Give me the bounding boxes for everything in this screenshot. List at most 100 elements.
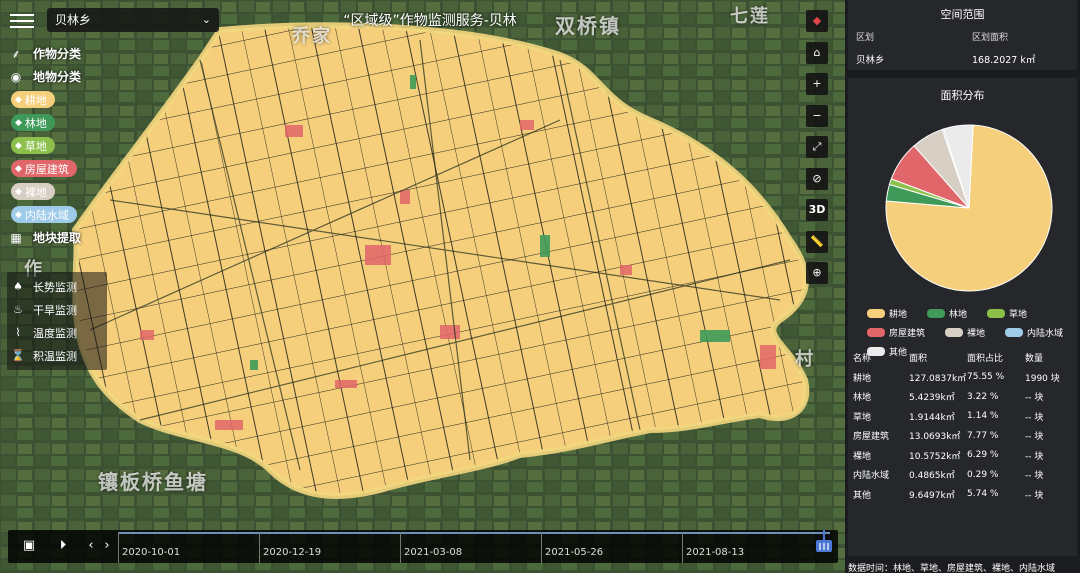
table-cell-pct: 3.22 %	[967, 391, 999, 402]
layer-item[interactable]: ◆ 草地	[7, 134, 81, 157]
region-value: 贝林乡	[856, 55, 885, 66]
land-class-list: ◆ 耕地 ◆ 林地 ◆ 草地 ◆ 房屋建筑 ◆ 裸地 ◆ 内陆水域	[7, 88, 81, 226]
layer-heading: 地块提取	[33, 231, 82, 245]
table-row: 草地 1.9144k㎡ 1.14 % -- 块	[853, 407, 1075, 427]
timeline-date-label[interactable]: 2021-03-08	[404, 547, 462, 558]
layer-chip[interactable]: ◆ 林地	[11, 114, 55, 131]
table-cell-area: 9.6497k㎡	[909, 490, 955, 501]
layer-item[interactable]: ◆ 内陆水域	[7, 203, 81, 226]
legend-label: 耕地	[889, 310, 908, 320]
home-icon[interactable]: ⌂	[806, 41, 828, 64]
region-select-value: 贝林乡	[55, 13, 92, 27]
menu-icon[interactable]	[10, 10, 34, 30]
table-row: 林地 5.4239k㎡ 3.22 % -- 块	[853, 387, 1075, 407]
table-cell-name: 草地	[853, 412, 872, 423]
table-cell-pct: 1.14 %	[967, 411, 999, 422]
region-select[interactable]: 贝林乡 ⌄	[47, 8, 219, 32]
hide-icon[interactable]: ⊘	[806, 167, 828, 190]
ruler-icon[interactable]: 📏	[806, 230, 828, 253]
layer-item[interactable]: ◆ 房屋建筑	[7, 157, 81, 180]
layer-group-crop[interactable]: ⸙ 作物分类	[7, 42, 81, 65]
zoom-out-icon[interactable]: −	[806, 104, 828, 127]
tree-icon: ◆	[15, 117, 22, 128]
timeline-current-marker[interactable]	[814, 530, 834, 554]
map-controls: ◆ ⌂ + − ⤢ ⊘ 3D 📏 ⊕	[806, 10, 828, 294]
timeline-track[interactable]: 2020-10-01 2020-12-19 2021-03-08 2021-05-26…	[118, 530, 832, 563]
monitor-item-label: 温度监测	[33, 326, 77, 340]
timeline-tick	[400, 532, 401, 563]
monitor-item[interactable]: ⌛ 积温监测	[7, 344, 107, 367]
layer-chip-label: 耕地	[24, 93, 47, 107]
layer-chip[interactable]: ◆ 裸地	[11, 183, 55, 200]
spatial-range-card: 空间范围 区划 区划面积 贝林乡 168.2027 k㎡	[848, 0, 1077, 70]
calendar-icon[interactable]: ▣	[18, 535, 40, 557]
timeline-date-label[interactable]: 2020-10-01	[122, 547, 180, 558]
3d-toggle-button[interactable]: 3D	[806, 199, 828, 221]
table-cell-pct: 7.77 %	[967, 430, 999, 441]
legend-item[interactable]: 草地	[987, 307, 1027, 320]
monitoring-panel: ♠ 长势监测 ♨ 干旱监测 ⌇ 温度监测 ⌛ 积温监测	[7, 272, 107, 370]
zoom-in-icon[interactable]: +	[806, 73, 828, 95]
timeline-tick	[541, 532, 542, 563]
drought-icon: ♨	[13, 303, 23, 316]
legend-item[interactable]: 裸地	[945, 326, 985, 339]
timeline: ▣ ⏵ ‹ › 2020-10-01 2020-12-19 2021-03-08 20…	[8, 530, 838, 563]
wheat-icon: ⸙	[11, 46, 21, 61]
accumulated-temp-icon: ⌛	[11, 349, 25, 362]
monitor-item-label: 干旱监测	[33, 303, 77, 317]
layer-item[interactable]: ◆ 林地	[7, 111, 81, 134]
card-title: 空间范围	[940, 8, 985, 21]
chevron-left-icon[interactable]: ‹	[84, 535, 98, 557]
table-cell-name: 其他	[853, 490, 872, 501]
legend-item[interactable]: 内陆水域	[1005, 326, 1063, 339]
layer-group-plot[interactable]: ▦ 地块提取	[7, 226, 81, 249]
timeline-tick	[118, 532, 119, 563]
layer-item[interactable]: ◆ 耕地	[7, 88, 81, 111]
legend-item[interactable]: 林地	[927, 307, 967, 320]
layer-item[interactable]: ◆ 裸地	[7, 180, 81, 203]
chevron-right-icon[interactable]: ›	[100, 535, 114, 557]
table-header-row: 名称 面积 面积占比 数量	[853, 348, 1075, 368]
timeline-date-label[interactable]: 2020-12-19	[263, 547, 321, 558]
monitor-item[interactable]: ♠ 长势监测	[7, 275, 107, 298]
layer-group-land[interactable]: ◉ 地物分类	[7, 65, 81, 88]
legend-swatch	[867, 309, 885, 318]
table-cell-area: 5.4239k㎡	[909, 393, 955, 404]
layer-chip-label: 内陆水域	[24, 208, 69, 222]
legend-label: 房屋建筑	[889, 329, 926, 339]
globe-icon: ◉	[10, 69, 22, 84]
table-row: 裸地 10.5752k㎡ 6.29 % -- 块	[853, 446, 1075, 466]
layer-heading: 作物分类	[33, 47, 82, 61]
grid-icon: ▦	[10, 230, 22, 245]
compass-icon[interactable]: ◆	[806, 10, 828, 32]
table-cell-count: -- 块	[1025, 432, 1044, 443]
map-view[interactable]: 双桥镇 七莲 乔家 镶板桥鱼塘 作 村 贝林乡 ⌄ “区域级”作物监测服务-贝林…	[0, 0, 845, 573]
layer-chip[interactable]: ◆ 内陆水域	[11, 206, 77, 223]
layer-chip[interactable]: ◆ 草地	[11, 137, 55, 154]
legend-label: 林地	[949, 310, 968, 320]
layer-chip-label: 草地	[24, 139, 47, 153]
legend-label: 草地	[1009, 310, 1028, 320]
area-value: 168.2027 k㎡	[972, 55, 1036, 66]
table-cell-name: 耕地	[853, 373, 872, 384]
layer-chip-label: 房屋建筑	[24, 162, 69, 176]
monitor-item[interactable]: ♨ 干旱监测	[7, 298, 107, 321]
app-root: 双桥镇 七莲 乔家 镶板桥鱼塘 作 村 贝林乡 ⌄ “区域级”作物监测服务-贝林…	[0, 0, 1080, 573]
legend-item[interactable]: 房屋建筑	[867, 326, 925, 339]
monitor-item-label: 长势监测	[33, 280, 77, 294]
area-pie-chart	[885, 124, 1053, 292]
play-icon[interactable]: ⏵	[52, 535, 74, 557]
card-title: 面积分布	[940, 89, 985, 102]
timeline-date-label[interactable]: 2021-05-26	[545, 547, 603, 558]
wheat-icon: ◆	[15, 94, 22, 105]
timeline-date-label[interactable]: 2021-08-13	[686, 547, 744, 558]
monitor-item[interactable]: ⌇ 温度监测	[7, 321, 107, 344]
timeline-tick	[259, 532, 260, 563]
locate-icon[interactable]: ⊕	[806, 262, 828, 284]
legend-item[interactable]: 耕地	[867, 307, 907, 320]
layer-chip[interactable]: ◆ 房屋建筑	[11, 160, 77, 177]
fullscreen-icon[interactable]: ⤢	[806, 136, 828, 158]
layer-chip[interactable]: ◆ 耕地	[11, 91, 55, 108]
table-cell-count: -- 块	[1025, 412, 1044, 423]
table-row: 内陆水域 0.4865k㎡ 0.29 % -- 块	[853, 465, 1075, 485]
